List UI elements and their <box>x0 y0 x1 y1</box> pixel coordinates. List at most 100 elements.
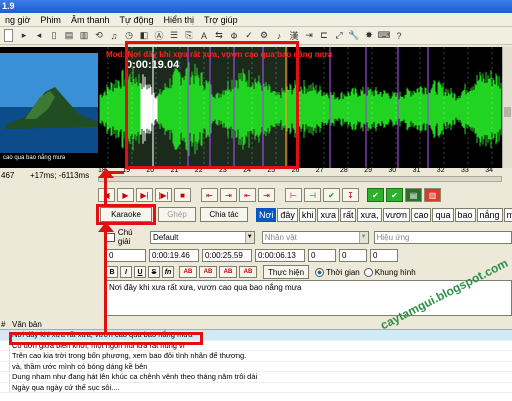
grid-header: # Văn bản <box>0 320 512 330</box>
edit-row-style: Chú giải Default ▼ Nhân vật ▼ Hiệu ứng <box>98 228 512 246</box>
karaoke-word[interactable]: đây <box>277 208 298 222</box>
grid-header-text: Văn bản <box>12 320 42 329</box>
karaoke-mode-icon[interactable]: ▥ <box>424 188 441 202</box>
waveform-horizontal-scrollbar[interactable] <box>98 176 502 182</box>
commit-green-icon[interactable]: ✔ <box>367 188 384 202</box>
karaoke-word[interactable]: bao <box>454 208 476 222</box>
time-radio[interactable] <box>315 267 325 277</box>
menu-automation[interactable]: Tự động <box>114 13 158 27</box>
scale-icon[interactable]: ⤢ <box>332 29 346 43</box>
split-button[interactable]: Chia tác <box>200 207 248 222</box>
commit-next-icon[interactable]: ✔ <box>386 188 403 202</box>
effect-field[interactable]: Hiệu ứng <box>373 230 512 244</box>
audio-icon[interactable]: ♫ <box>107 29 121 43</box>
karaoke-word[interactable]: rất <box>339 208 357 222</box>
film-icon[interactable]: ▥ <box>77 29 91 43</box>
commit-button[interactable]: Thực hiện <box>263 265 310 279</box>
grid-cell: và, thầm ước mình có bóng dáng kề bên <box>12 361 148 371</box>
menu-timing[interactable]: ng giờ <box>0 13 35 27</box>
join-button[interactable]: Ghép <box>158 207 196 222</box>
grid-cell: Trên cao kia trời trong bốn phương, xem … <box>12 351 247 360</box>
play-after-icon[interactable]: ⇥ <box>258 188 275 202</box>
menu-audio[interactable]: Âm thanh <box>66 13 115 27</box>
karaoke-word[interactable]: xưa, <box>357 208 382 222</box>
ruler-tick-label: 27 <box>315 167 324 174</box>
ruler-tick-label: 33 <box>461 167 469 174</box>
play-icon[interactable]: ▸ <box>17 29 31 43</box>
chevron-down-icon: ▼ <box>244 231 254 243</box>
strikeout-button[interactable]: S <box>148 266 160 278</box>
shift-icon[interactable]: ⇥ <box>302 29 316 43</box>
stop-icon[interactable]: ■ <box>174 188 191 202</box>
transport-bar: ◀ ▶ ▶| |▶| ■ ⇤ ⇥ ⇤ ⇥ ⊢ ⊣ ✔ ↧ ✔ ✔ ▤ ▥ <box>98 187 512 203</box>
comment-checkbox[interactable] <box>106 232 115 242</box>
next-line-icon[interactable]: ▶ <box>117 188 134 202</box>
table-row[interactable]: Ngày qua ngày cứ thế sục sôi.... <box>0 382 512 393</box>
video-display[interactable]: cao qua bao nắng mưa <box>0 47 98 168</box>
karaoke-word[interactable]: mưa <box>503 208 512 222</box>
karaoke-word[interactable]: nắng <box>476 208 503 222</box>
menu-video[interactable]: Phim <box>35 13 66 27</box>
style-value: Default <box>152 232 179 242</box>
subtitle-text: Nơi đây khi xưa rất xưa, vươn cao qua ba… <box>109 283 302 292</box>
shadow-color-button[interactable]: AB <box>239 266 257 278</box>
bold-button[interactable]: B <box>106 266 118 278</box>
leadin-icon[interactable]: ⊢ <box>285 188 302 202</box>
play-line-icon[interactable]: |▶| <box>155 188 172 202</box>
annotation-box-grid-row <box>9 332 203 345</box>
style-combo[interactable]: Default ▼ <box>149 230 255 244</box>
automation-icon[interactable]: ✸ <box>362 29 376 43</box>
table-row[interactable]: và, thầm ước mình có bóng dáng kề bên <box>0 361 512 372</box>
font-button[interactable]: fn <box>162 266 174 278</box>
goto-icon[interactable]: ↧ <box>342 188 359 202</box>
karaoke-word[interactable]: Nơi <box>256 208 277 222</box>
annotation-box-waveform <box>125 41 299 169</box>
zoom-select[interactable] <box>4 29 13 42</box>
underline-button[interactable]: U <box>134 266 146 278</box>
lock-icon[interactable]: ▯ <box>47 29 61 43</box>
karaoke-word[interactable]: vươn <box>382 208 410 222</box>
italic-button[interactable]: I <box>120 266 132 278</box>
layer-field[interactable]: 0 <box>106 248 146 262</box>
waveform-vertical-scrollbar[interactable] <box>502 47 512 168</box>
frame-radio[interactable] <box>363 267 373 277</box>
sync-icon[interactable]: ⟲ <box>92 29 106 43</box>
karaoke-word[interactable]: xưa <box>317 208 339 222</box>
commit-icon[interactable]: ✔ <box>323 188 340 202</box>
clapper-icon[interactable]: ▤ <box>62 29 76 43</box>
start-time-field[interactable]: 0:00:19.46 <box>149 248 199 262</box>
primary-color-button[interactable]: AB <box>179 266 197 278</box>
menu-view[interactable]: Hiển thị <box>159 13 200 27</box>
outline-color-button[interactable]: AB <box>219 266 237 278</box>
table-row[interactable]: Trên cao kia trời trong bốn phương, xem … <box>0 351 512 362</box>
menu-help[interactable]: Trợ giúp <box>199 13 243 27</box>
duration-field[interactable]: 0:00:06.13 <box>255 248 305 262</box>
karaoke-word[interactable]: cao <box>410 208 432 222</box>
snap-icon[interactable]: ⊏ <box>317 29 331 43</box>
spectrum-icon[interactable]: ▤ <box>405 188 422 202</box>
secondary-color-button[interactable]: AB <box>199 266 217 278</box>
play-before-icon[interactable]: ⇤ <box>201 188 218 202</box>
grid-cell: Dung nham như đang hát lên khúc ca chênh… <box>12 372 258 381</box>
chevron-down-icon: ▼ <box>358 231 368 243</box>
margin-vertical-field[interactable]: 0 <box>370 248 398 262</box>
ruler-tick-label: 34 <box>485 167 493 174</box>
leadout-icon[interactable]: ⊣ <box>304 188 321 202</box>
end-time-field[interactable]: 0:00:25.59 <box>202 248 252 262</box>
options-icon[interactable]: ⌨ <box>377 29 391 43</box>
tools-icon[interactable]: 🔧 <box>347 29 361 43</box>
margin-left-field[interactable]: 0 <box>308 248 336 262</box>
karaoke-words: Nơi đây khi xưa rất xưa, vươn cao qua ba… <box>256 208 512 222</box>
karaoke-word[interactable]: qua <box>432 208 454 222</box>
seek-icon[interactable]: ◂ <box>32 29 46 43</box>
play-selection-icon[interactable]: ▶| <box>136 188 153 202</box>
actor-combo[interactable]: Nhân vật ▼ <box>261 230 369 244</box>
karaoke-word[interactable]: khi <box>298 208 317 222</box>
table-row[interactable]: Dung nham như đang hát lên khúc ca chênh… <box>0 372 512 383</box>
help-icon[interactable]: ? <box>392 29 406 43</box>
play-end-icon[interactable]: ⇤ <box>239 188 256 202</box>
play-start-icon[interactable]: ⇥ <box>220 188 237 202</box>
margin-right-field[interactable]: 0 <box>339 248 367 262</box>
status-row: 467 +17ms; -6113ms <box>0 168 98 186</box>
scroll-thumb[interactable] <box>504 107 511 117</box>
